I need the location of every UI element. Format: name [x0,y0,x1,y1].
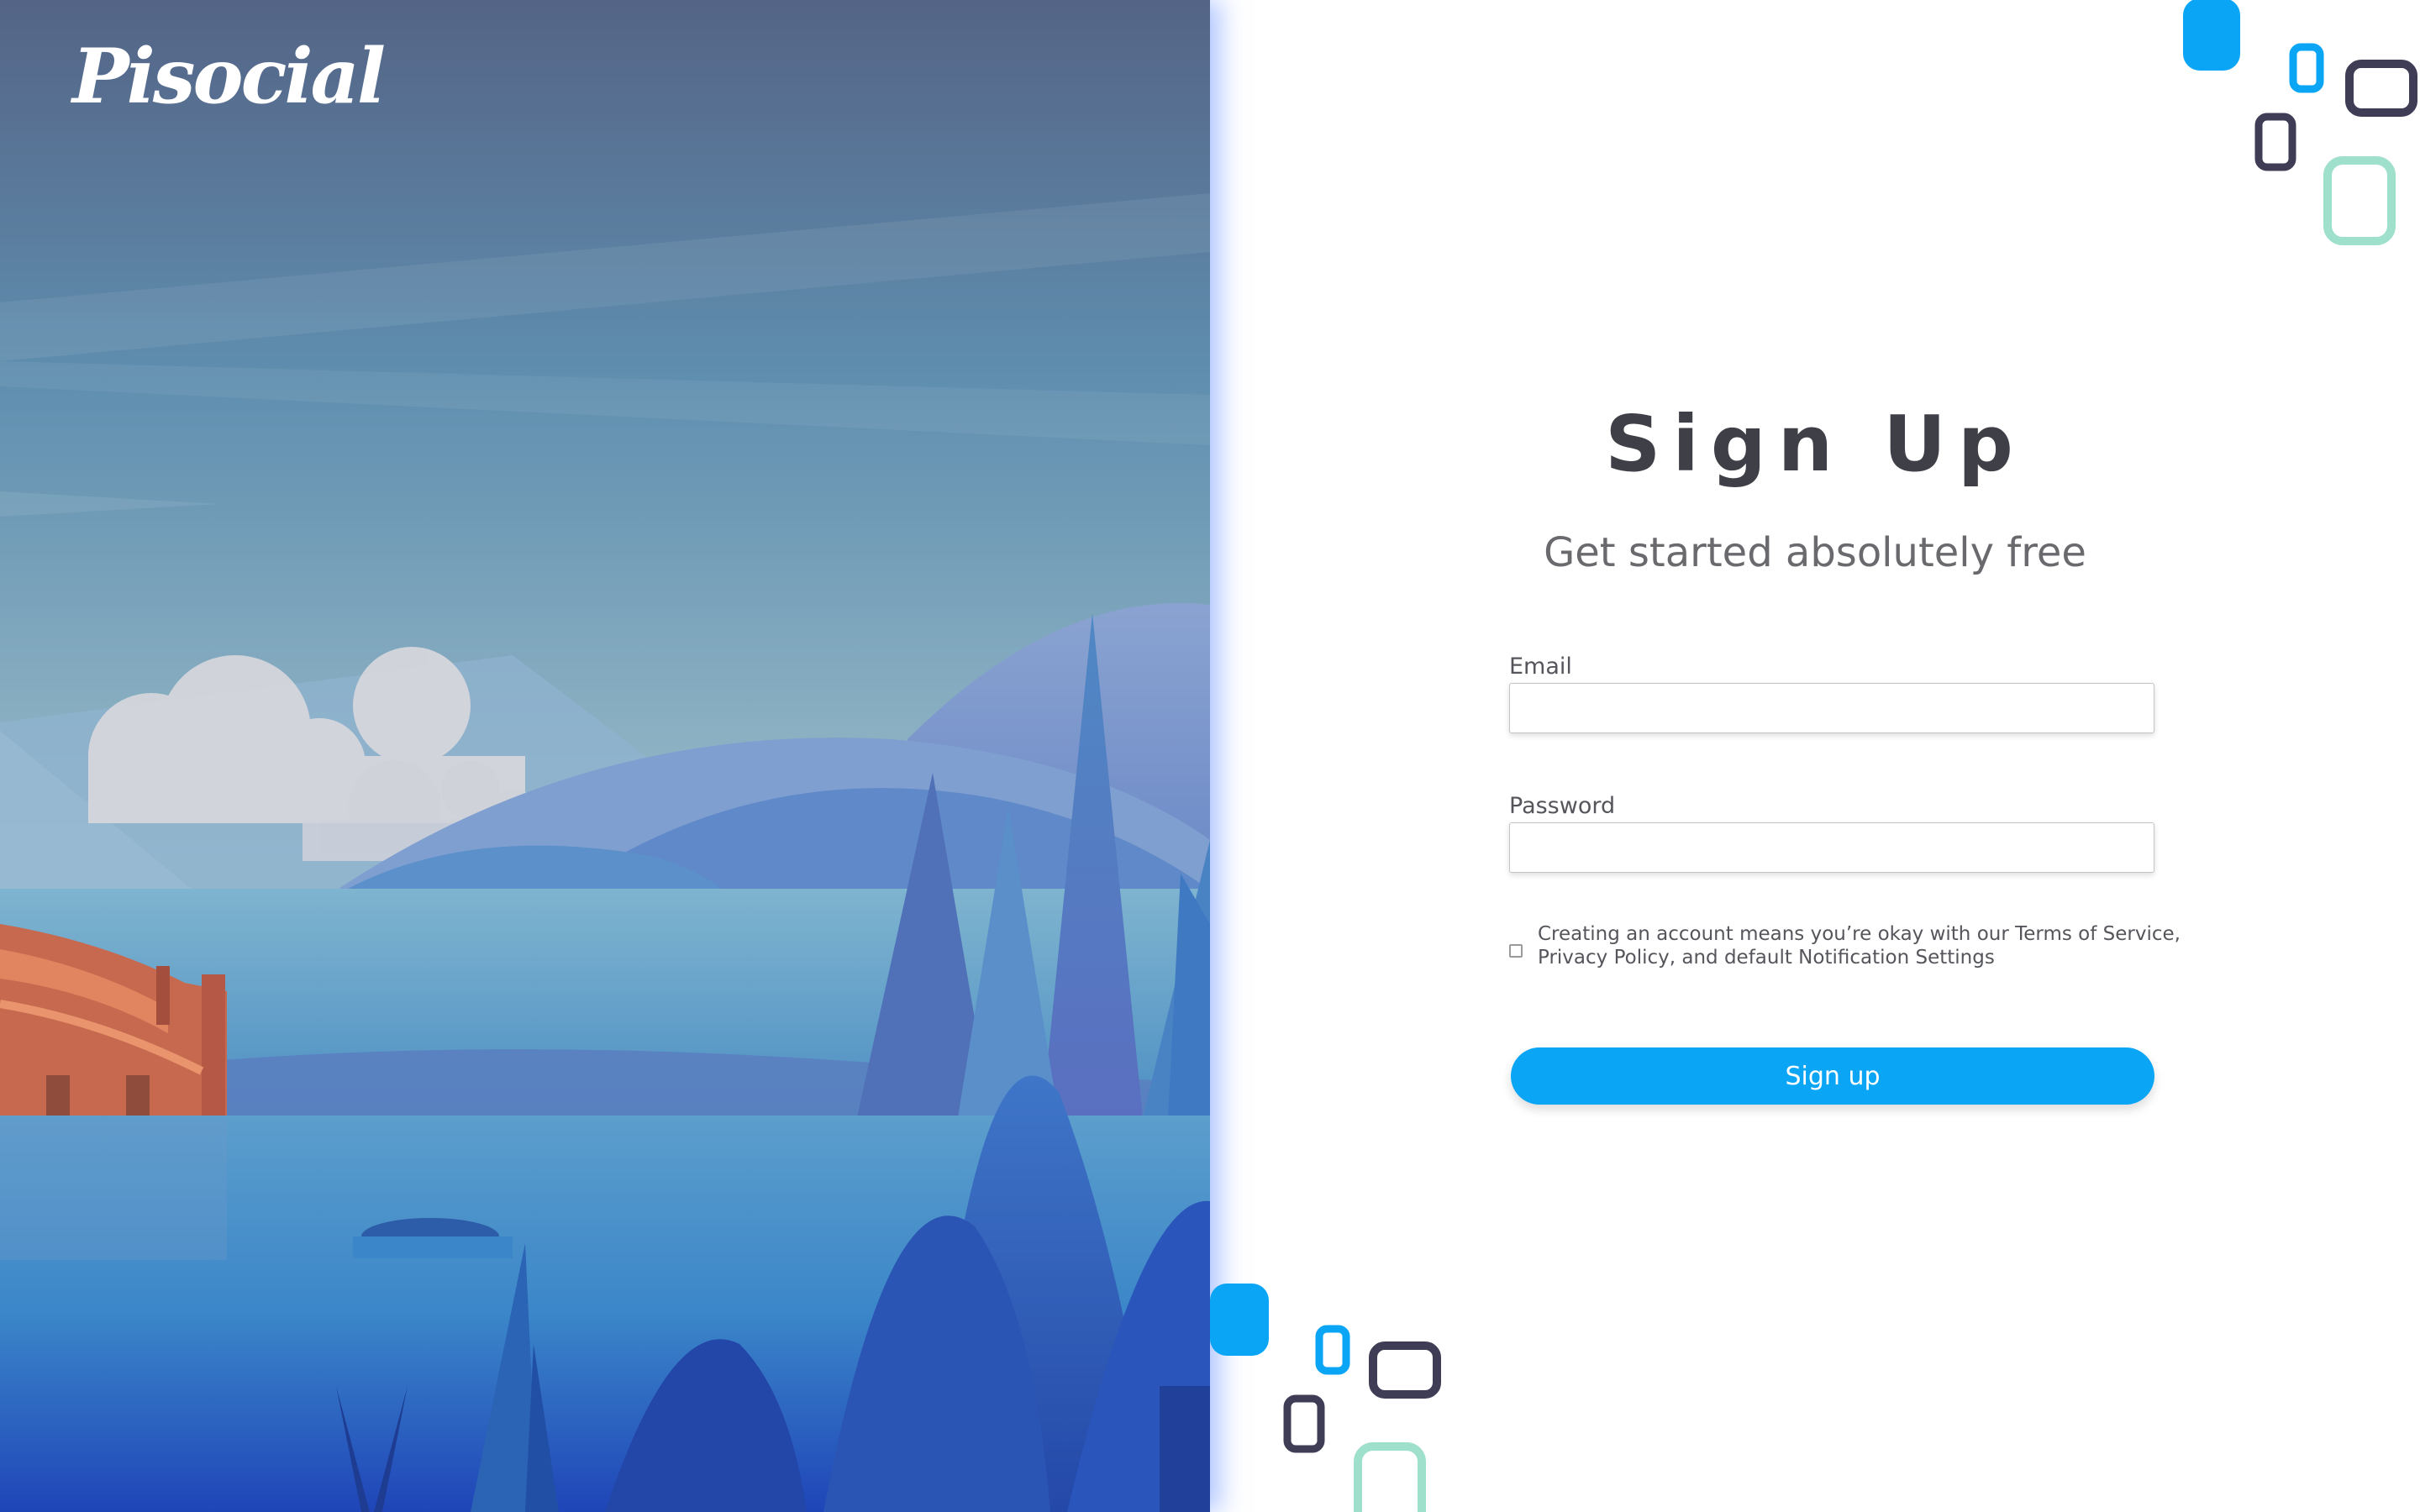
page-title: Sign Up [1605,399,2025,489]
terms-checkbox[interactable] [1509,944,1523,958]
email-field[interactable] [1509,683,2154,733]
brand-logo[interactable]: Pisocial [72,39,386,114]
decorative-squares-icon [2183,0,2417,245]
decorative-squares-icon [1210,1284,1441,1512]
password-field[interactable] [1509,822,2154,873]
email-label: Email [1509,654,1572,680]
terms-text: Creating an account means you’re okay wi… [1538,923,2181,969]
sign-up-button[interactable]: Sign up [1511,1047,2154,1105]
landscape-art [0,0,1210,1512]
page-subtitle: Get started absolutely free [1544,529,2086,576]
password-label: Password [1509,793,1616,819]
landscape-illustration: Pisocial [0,0,1210,1512]
